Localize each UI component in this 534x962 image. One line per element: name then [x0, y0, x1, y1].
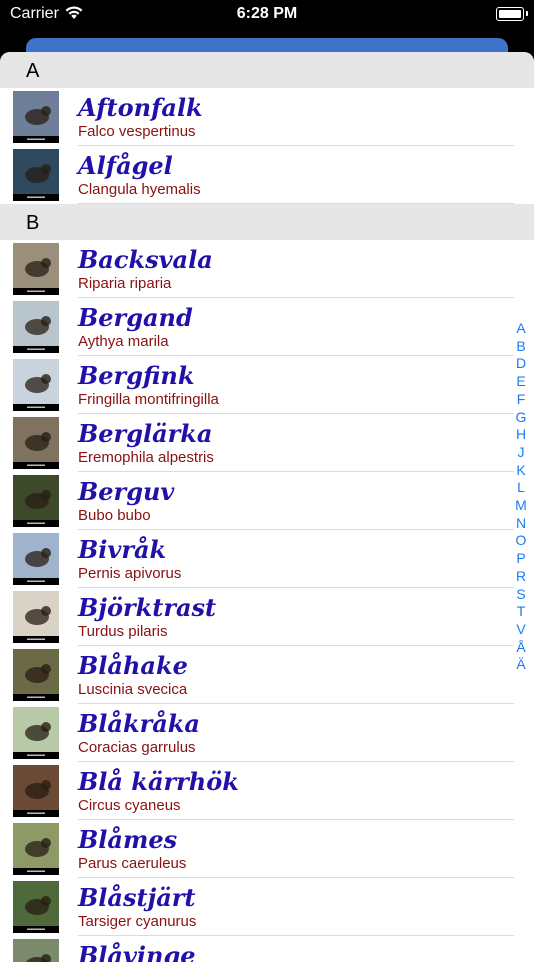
section-letter: A	[26, 60, 40, 82]
bird-photo-thumbnail	[13, 91, 59, 143]
species-latin-name: Turdus pilaris	[78, 623, 168, 640]
section-letter: B	[26, 212, 40, 234]
index-letter[interactable]: G	[516, 409, 527, 427]
species-common-name: Bivråk	[78, 535, 167, 564]
section-index-bar[interactable]: ABDEFGHJKLMNOPRSTVÅÄ	[512, 320, 530, 674]
bird-photo-thumbnail	[13, 649, 59, 701]
species-common-name: Blåhake	[78, 651, 188, 680]
species-list[interactable]: A Aftonfalk Falco vespertinus Alfågel Clangu…	[0, 52, 534, 962]
species-common-name: Berguv	[78, 477, 175, 506]
species-row[interactable]: Bergfink Fringilla montifringilla	[0, 356, 534, 414]
species-latin-name: Eremophila alpestris	[78, 449, 214, 466]
species-row[interactable]: Blåvinge	[0, 936, 534, 962]
species-row[interactable]: Blå kärrhök Circus cyaneus	[0, 762, 534, 820]
bird-photo-thumbnail	[13, 939, 59, 962]
species-row[interactable]: Alfågel Clangula hyemalis	[0, 146, 534, 204]
index-letter[interactable]: P	[516, 550, 525, 568]
bird-photo-thumbnail	[13, 475, 59, 527]
species-common-name: Alfågel	[78, 151, 173, 180]
bird-photo-thumbnail	[13, 707, 59, 759]
section-header: B	[0, 204, 534, 240]
bird-photo-thumbnail	[13, 359, 59, 411]
battery-icon	[496, 7, 528, 21]
bird-photo-thumbnail	[13, 533, 59, 585]
index-letter[interactable]: L	[517, 479, 525, 497]
index-letter[interactable]: M	[515, 497, 527, 515]
species-common-name: Aftonfalk	[78, 93, 203, 122]
index-letter[interactable]: E	[516, 373, 525, 391]
index-letter[interactable]: Ä	[516, 656, 525, 674]
species-latin-name: Tarsiger cyanurus	[78, 913, 197, 930]
index-letter[interactable]: D	[516, 355, 526, 373]
species-latin-name: Pernis apivorus	[78, 565, 182, 582]
bird-photo-thumbnail	[13, 149, 59, 201]
species-common-name: Blåkråka	[78, 709, 200, 738]
index-letter[interactable]: H	[516, 426, 526, 444]
bird-photo-thumbnail	[13, 417, 59, 469]
index-letter[interactable]: R	[516, 568, 526, 586]
bird-photo-thumbnail	[13, 301, 59, 353]
index-letter[interactable]: T	[517, 603, 526, 621]
index-letter[interactable]: S	[516, 586, 525, 604]
species-latin-name: Fringilla montifringilla	[78, 391, 219, 408]
index-letter[interactable]: B	[516, 338, 525, 356]
bird-photo-thumbnail	[13, 243, 59, 295]
index-letter[interactable]: J	[518, 444, 525, 462]
species-latin-name: Circus cyaneus	[78, 797, 181, 814]
species-common-name: Blå kärrhök	[78, 767, 239, 796]
status-bar: Carrier 6:28 PM	[0, 0, 534, 30]
bird-photo-thumbnail	[13, 881, 59, 933]
species-common-name: Bergfink	[78, 361, 195, 390]
section-header: A	[0, 52, 534, 88]
index-letter[interactable]: O	[516, 532, 527, 550]
bird-photo-thumbnail	[13, 823, 59, 875]
index-letter[interactable]: Å	[516, 639, 525, 657]
species-common-name: Blåvinge	[78, 941, 196, 962]
species-common-name: Blåmes	[78, 825, 178, 854]
species-common-name: Berglärka	[78, 419, 213, 448]
species-common-name: Blåstjärt	[78, 883, 196, 912]
clock: 6:28 PM	[236, 5, 298, 22]
species-latin-name: Coracias garrulus	[78, 739, 196, 756]
index-letter[interactable]: V	[516, 621, 525, 639]
species-row[interactable]: Blåmes Parus caeruleus	[0, 820, 534, 878]
species-row[interactable]: Berglärka Eremophila alpestris	[0, 414, 534, 472]
index-letter[interactable]: K	[516, 462, 525, 480]
species-latin-name: Bubo bubo	[78, 507, 151, 524]
index-letter[interactable]: A	[516, 320, 525, 338]
index-letter[interactable]: N	[516, 515, 526, 533]
species-common-name: Björktrast	[78, 593, 217, 622]
species-latin-name: Luscinia svecica	[78, 681, 188, 698]
species-latin-name: Riparia riparia	[78, 275, 172, 292]
species-row[interactable]: Berguv Bubo bubo	[0, 472, 534, 530]
species-row[interactable]: Björktrast Turdus pilaris	[0, 588, 534, 646]
species-row[interactable]: Backsvala Riparia riparia	[0, 240, 534, 298]
species-latin-name: Aythya marila	[78, 333, 169, 350]
bird-photo-thumbnail	[13, 591, 59, 643]
species-latin-name: Clangula hyemalis	[78, 181, 201, 198]
species-common-name: Bergand	[78, 303, 193, 332]
bird-photo-thumbnail	[13, 765, 59, 817]
species-common-name: Backsvala	[78, 245, 213, 274]
species-latin-name: Parus caeruleus	[78, 855, 187, 872]
species-row[interactable]: Blåkråka Coracias garrulus	[0, 704, 534, 762]
index-letter[interactable]: F	[517, 391, 526, 409]
species-row[interactable]: Blåstjärt Tarsiger cyanurus	[0, 878, 534, 936]
species-row[interactable]: Aftonfalk Falco vespertinus	[0, 88, 534, 146]
species-row[interactable]: Blåhake Luscinia svecica	[0, 646, 534, 704]
species-row[interactable]: Bergand Aythya marila	[0, 298, 534, 356]
species-row[interactable]: Bivråk Pernis apivorus	[0, 530, 534, 588]
species-latin-name: Falco vespertinus	[78, 123, 196, 140]
